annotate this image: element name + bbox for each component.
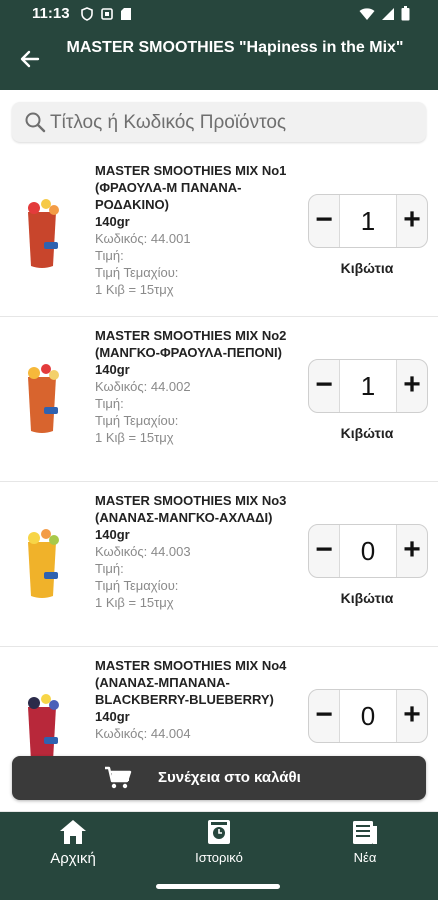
product-image (28, 529, 59, 598)
product-info: MASTER SMOOTHIES MIX No3 (ΑΝΑΝΑΣ-ΜΑΝΓΚΟ-… (95, 492, 300, 611)
shield-icon (81, 7, 93, 21)
product-info: MASTER SMOOTHIES MIX No2 (ΜΑΝΓΚΟ-ΦΡΑΟΥΛΑ… (95, 327, 300, 446)
sd-card-icon (121, 8, 131, 20)
product-code: Κωδικός: 44.003 (95, 544, 191, 559)
quantity-value[interactable]: 0 (339, 525, 397, 577)
quantity-stepper: − 0 + (308, 524, 428, 578)
product-weight: 140gr (95, 709, 130, 724)
cup-shape (28, 542, 56, 598)
nav-home[interactable]: Αρχική (23, 818, 123, 867)
product-info: MASTER SMOOTHIES MIX No1 (ΦΡΑΟΥΛΑ-Μ ΠΑΝΑ… (95, 162, 300, 298)
news-icon (353, 821, 377, 844)
product-pack-info: 1 Κιβ = 15τμχ (95, 282, 174, 297)
increment-button[interactable]: + (397, 195, 427, 247)
decrement-button[interactable]: − (309, 690, 339, 742)
status-system-icons (359, 6, 410, 21)
back-arrow-icon[interactable] (18, 47, 42, 71)
product-code: Κωδικός: 44.004 (95, 726, 191, 741)
nav-home-label: Αρχική (50, 850, 96, 867)
product-name: MASTER SMOOTHIES MIX No3 (ΑΝΑΝΑΣ-ΜΑΝΓΚΟ-… (95, 493, 287, 525)
product-item: MASTER SMOOTHIES MIX No3 (ΑΝΑΝΑΣ-ΜΑΝΓΚΟ-… (0, 482, 438, 647)
continue-to-cart-button[interactable]: Συνέχεια στο καλάθι (12, 756, 426, 800)
product-unit-price: Τιμή Τεμαχίου: (95, 413, 179, 428)
product-info: MASTER SMOOTHIES MIX No4 (ΑΝΑΝΑΣ-ΜΠΑΝΑΝΑ… (95, 657, 300, 742)
product-weight: 140gr (95, 214, 130, 229)
product-pack-info: 1 Κιβ = 15τμχ (95, 430, 174, 445)
cart-button-label: Συνέχεια στο καλάθι (158, 769, 301, 786)
product-name: MASTER SMOOTHIES MIX No4 (ΑΝΑΝΑΣ-ΜΠΑΝΑΝΑ… (95, 658, 287, 707)
product-code: Κωδικός: 44.001 (95, 231, 191, 246)
product-list: MASTER SMOOTHIES MIX No1 (ΦΡΑΟΥΛΑ-Μ ΠΑΝΑ… (0, 152, 438, 812)
product-unit-price: Τιμή Τεμαχίου: (95, 265, 179, 280)
product-pack-info: 1 Κιβ = 15τμχ (95, 595, 174, 610)
page-title: MASTER SMOOTHIES "Hapiness in the Mix" (66, 39, 404, 56)
battery-icon (401, 6, 410, 21)
product-name: MASTER SMOOTHIES MIX No1 (ΦΡΑΟΥΛΑ-Μ ΠΑΝΑ… (95, 163, 287, 212)
app-bar: MASTER SMOOTHIES "Hapiness in the Mix" (0, 28, 438, 90)
product-image (28, 199, 59, 268)
cup-shape (28, 377, 56, 433)
increment-button[interactable]: + (397, 690, 427, 742)
increment-button[interactable]: + (397, 525, 427, 577)
status-time: 11:13 (32, 5, 70, 22)
product-image (28, 364, 59, 433)
cup-shape (28, 212, 56, 268)
decrement-button[interactable]: − (309, 525, 339, 577)
product-item: MASTER SMOOTHIES MIX No2 (ΜΑΝΓΚΟ-ΦΡΑΟΥΛΑ… (0, 317, 438, 482)
wifi-icon (359, 7, 375, 20)
quantity-stepper: − 0 + (308, 689, 428, 743)
quantity-value[interactable]: 0 (339, 690, 397, 742)
quantity-stepper: − 1 + (308, 194, 428, 248)
product-price: Τιμή: (95, 248, 124, 263)
nav-history[interactable]: Ιστορικό (169, 818, 269, 865)
nav-news[interactable]: Νέα (315, 818, 415, 865)
unit-label: Κιβώτια (340, 425, 394, 441)
status-notification-icons (80, 7, 132, 21)
search-input[interactable] (48, 102, 412, 144)
product-price: Τιμή: (95, 561, 124, 576)
cart-icon (105, 766, 132, 789)
product-name: MASTER SMOOTHIES MIX No2 (ΜΑΝΓΚΟ-ΦΡΑΟΥΛΑ… (95, 328, 287, 360)
cup-shape (28, 707, 56, 763)
product-code: Κωδικός: 44.002 (95, 379, 191, 394)
unit-label: Κιβώτια (340, 260, 394, 276)
product-item: MASTER SMOOTHIES MIX No1 (ΦΡΑΟΥΛΑ-Μ ΠΑΝΑ… (0, 152, 438, 317)
product-unit-price: Τιμή Τεμαχίου: (95, 578, 179, 593)
decrement-button[interactable]: − (309, 360, 339, 412)
product-weight: 140gr (95, 527, 130, 542)
quantity-stepper: − 1 + (308, 359, 428, 413)
increment-button[interactable]: + (397, 360, 427, 412)
history-icon (208, 820, 230, 844)
home-icon (60, 820, 86, 844)
product-image (28, 694, 59, 763)
nav-history-label: Ιστορικό (195, 850, 243, 865)
decrement-button[interactable]: − (309, 195, 339, 247)
status-bar: 11:13 (0, 0, 438, 28)
product-weight: 140gr (95, 362, 130, 377)
signal-icon (382, 7, 394, 20)
gesture-bar[interactable] (156, 884, 280, 889)
search-icon (25, 112, 46, 133)
copy-icon (101, 8, 113, 20)
search-bar[interactable] (12, 102, 426, 144)
quantity-value[interactable]: 1 (339, 360, 397, 412)
product-price: Τιμή: (95, 396, 124, 411)
nav-news-label: Νέα (353, 850, 377, 865)
unit-label: Κιβώτια (340, 590, 394, 606)
quantity-value[interactable]: 1 (339, 195, 397, 247)
